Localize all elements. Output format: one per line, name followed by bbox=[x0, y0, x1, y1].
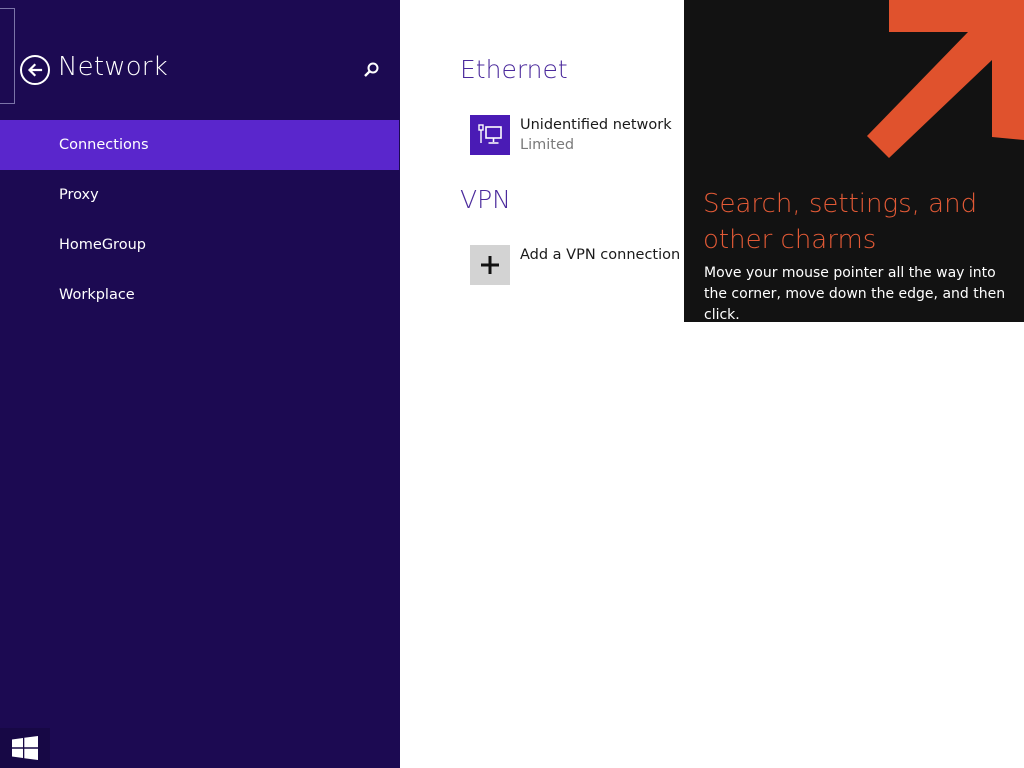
nav-list: Connections Proxy HomeGroup Workplace bbox=[0, 120, 399, 320]
nav-item-label: Workplace bbox=[59, 287, 135, 303]
add-vpn-label[interactable]: Add a VPN connection bbox=[520, 247, 680, 263]
nav-item-homegroup[interactable]: HomeGroup bbox=[0, 220, 399, 270]
wired-network-icon bbox=[478, 124, 502, 144]
start-button[interactable] bbox=[0, 728, 50, 768]
ethernet-connection-tile[interactable] bbox=[470, 115, 510, 155]
app-switcher-edge[interactable] bbox=[0, 8, 15, 104]
settings-nav-pane: Network Connections Proxy HomeGroup Work… bbox=[0, 0, 400, 768]
tooltip-title: Search, settings, and other charms bbox=[703, 189, 978, 255]
corner-arrow-icon bbox=[867, 0, 1024, 158]
search-button[interactable] bbox=[362, 61, 380, 79]
charms-tooltip: Search, settings, and other charms Move … bbox=[684, 0, 1024, 322]
plus-icon bbox=[481, 256, 499, 274]
search-icon bbox=[364, 62, 379, 77]
ethernet-heading: Ethernet bbox=[460, 55, 568, 84]
nav-item-workplace[interactable]: Workplace bbox=[0, 270, 399, 320]
nav-item-label: HomeGroup bbox=[59, 237, 146, 253]
nav-item-proxy[interactable]: Proxy bbox=[0, 170, 399, 220]
add-vpn-tile[interactable] bbox=[470, 245, 510, 285]
vpn-heading: VPN bbox=[460, 185, 511, 214]
page-title: Network bbox=[58, 52, 168, 82]
connection-name[interactable]: Unidentified network bbox=[520, 117, 672, 133]
tooltip-body: Move your mouse pointer all the way into… bbox=[704, 265, 1006, 322]
nav-item-connections[interactable]: Connections bbox=[0, 120, 399, 170]
back-button[interactable] bbox=[20, 55, 50, 85]
nav-item-label: Connections bbox=[59, 137, 149, 153]
connection-status: Limited bbox=[520, 137, 575, 153]
nav-item-label: Proxy bbox=[59, 187, 99, 203]
back-arrow-icon bbox=[27, 63, 43, 77]
windows-logo-icon bbox=[12, 736, 38, 760]
